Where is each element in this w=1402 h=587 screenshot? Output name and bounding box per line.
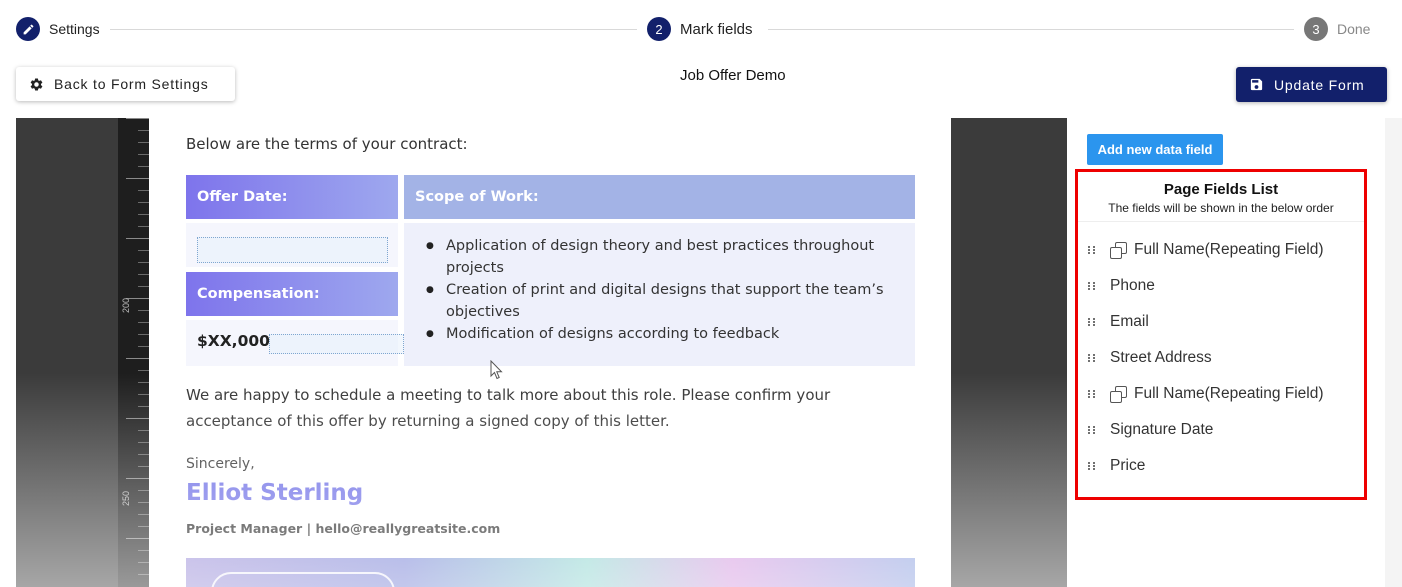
field-item-signature-date[interactable]: Signature Date (1088, 418, 1358, 442)
list-item: Creation of print and digital designs th… (426, 279, 915, 323)
repeating-field-icon (1110, 386, 1127, 403)
drag-handle-icon[interactable] (1088, 426, 1098, 434)
drag-handle-icon[interactable] (1088, 390, 1098, 398)
drag-handle-icon[interactable] (1088, 318, 1098, 326)
ruler-label: 250 (121, 490, 131, 506)
step-mark-fields[interactable]: 2 Mark fields (647, 17, 753, 41)
list-item: Modification of designs according to fee… (426, 323, 915, 345)
save-icon (1249, 77, 1264, 92)
page-fields-list: Page Fields List The fields will be show… (1075, 169, 1367, 500)
offer-date-header: Offer Date: (186, 175, 398, 219)
fields-list-title: Page Fields List (1163, 181, 1279, 198)
signer-details: Project Manager | hello@reallygreatsite.… (186, 521, 501, 536)
panel-gutter (1385, 118, 1402, 587)
field-item-full-name-2[interactable]: Full Name(Repeating Field) (1088, 382, 1358, 406)
stepper-connector (768, 29, 1294, 30)
vertical-ruler: 200 250 (118, 118, 150, 587)
fields-list-subtitle: The fields will be shown in the below or… (1108, 201, 1334, 215)
field-item-full-name[interactable]: Full Name(Repeating Field) (1088, 238, 1358, 262)
banner-pill-shape (211, 572, 395, 587)
contract-intro: Below are the terms of your contract: (186, 135, 468, 153)
back-button-label: Back to Form Settings (54, 76, 209, 92)
document-page[interactable]: Below are the terms of your contract: Of… (149, 118, 951, 587)
decorative-banner (186, 558, 915, 587)
step-label: Done (1337, 21, 1371, 37)
pencil-icon (16, 17, 40, 41)
step-label: Mark fields (680, 20, 753, 38)
field-label: Phone (1110, 277, 1155, 294)
progress-stepper: Settings 2 Mark fields 3 Done (0, 0, 1402, 58)
drag-handle-icon[interactable] (1088, 246, 1098, 254)
repeating-field-icon (1110, 242, 1127, 259)
field-label: Price (1110, 457, 1146, 474)
divider (1078, 221, 1364, 222)
field-item-price[interactable]: Price (1088, 454, 1358, 478)
drag-handle-icon[interactable] (1088, 354, 1098, 362)
price-field[interactable] (269, 334, 404, 354)
stepper-connector (110, 29, 637, 30)
gear-icon (29, 77, 44, 92)
field-item-street-address[interactable]: Street Address (1088, 346, 1358, 370)
step-label: Settings (49, 21, 100, 37)
drag-handle-icon[interactable] (1088, 462, 1098, 470)
step-number: 2 (647, 17, 671, 41)
closing-paragraph-line-1: We are happy to schedule a meeting to ta… (186, 386, 831, 404)
update-button-label: Update Form (1274, 76, 1365, 93)
field-label: Full Name(Repeating Field) (1134, 241, 1324, 258)
scope-of-work-cell: Application of design theory and best pr… (404, 223, 915, 366)
update-form-button[interactable]: Update Form (1236, 67, 1387, 102)
add-new-data-field-button[interactable]: Add new data field (1087, 134, 1223, 165)
closing-paragraph-line-2: acceptance of this offer by returning a … (186, 412, 670, 430)
field-item-phone[interactable]: Phone (1088, 274, 1358, 298)
step-number: 3 (1304, 17, 1328, 41)
scope-list: Application of design theory and best pr… (404, 235, 915, 345)
field-item-email[interactable]: Email (1088, 310, 1358, 334)
drag-handle-icon[interactable] (1088, 282, 1098, 290)
document-viewer[interactable]: 200 250 Below are the terms of your cont… (16, 118, 1067, 587)
offer-date-field[interactable] (197, 237, 388, 263)
ruler-label: 200 (121, 297, 131, 313)
field-label: Full Name(Repeating Field) (1134, 385, 1324, 402)
field-label: Signature Date (1110, 421, 1214, 438)
signer-name: Elliot Sterling (186, 480, 364, 506)
field-label: Email (1110, 313, 1149, 330)
list-item: Application of design theory and best pr… (426, 235, 915, 279)
mouse-cursor-icon (490, 359, 504, 385)
back-to-form-settings-button[interactable]: Back to Form Settings (16, 67, 235, 101)
field-label: Street Address (1110, 349, 1212, 366)
compensation-value: $XX,000 (197, 332, 270, 350)
form-title: Job Offer Demo (680, 67, 786, 84)
scope-of-work-header: Scope of Work: (404, 175, 915, 219)
sign-off: Sincerely, (186, 456, 255, 472)
step-done[interactable]: 3 Done (1304, 17, 1370, 41)
compensation-header: Compensation: (186, 272, 398, 316)
step-settings[interactable]: Settings (16, 17, 100, 41)
